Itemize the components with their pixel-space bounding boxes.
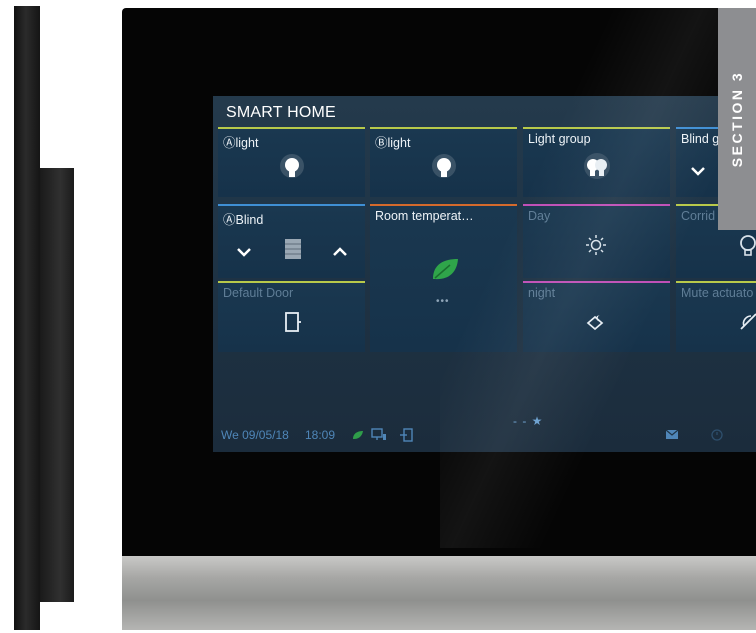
tile-accent-bar <box>218 204 365 206</box>
tile-day[interactable]: Day <box>523 204 670 278</box>
door-icon <box>285 312 301 332</box>
tile-a-blind[interactable]: ⒶBlind <box>218 204 365 278</box>
bulb-group-icon <box>584 153 610 179</box>
mute-icon <box>740 313 756 330</box>
logout-icon[interactable] <box>399 428 413 442</box>
page-indicator[interactable]: - - ★ <box>513 414 543 428</box>
chevron-down-icon[interactable] <box>690 165 706 177</box>
tile-accent-bar <box>523 127 670 129</box>
status-time: 18:09 <box>305 428 336 442</box>
device-side-profile <box>14 6 40 630</box>
tile-light-group[interactable]: Light group <box>523 127 670 197</box>
moon-icon <box>586 315 604 331</box>
tile-accent-bar <box>523 281 670 283</box>
section-tab-label: SECTION 3 <box>729 70 745 168</box>
tile-label: ⒶBlind <box>223 213 264 227</box>
status-date: We 09/05/18 <box>221 428 289 442</box>
mail-icon[interactable] <box>665 429 679 440</box>
tile-accent-bar <box>523 204 670 206</box>
tile-label: Default Door <box>223 286 294 300</box>
blind-icon <box>285 239 301 259</box>
tile-room-temperature[interactable]: Room temperat… ••• <box>370 204 517 352</box>
bulb-icon <box>280 154 304 178</box>
screen-title: SMART HOME <box>226 104 336 121</box>
network-icon <box>371 428 386 440</box>
tile-label: Ⓑlight <box>375 136 411 150</box>
tile-label: Mute actuato <box>681 286 754 300</box>
device-side-mount <box>40 168 74 602</box>
bulb-outline-icon <box>740 235 756 256</box>
tile-night[interactable]: night <box>523 281 670 352</box>
device-steel-trim <box>122 556 756 630</box>
chevron-down-icon[interactable] <box>236 246 252 258</box>
touch-screen: SMART HOME Ⓐlight Ⓑlight Light group Bli… <box>213 96 756 452</box>
tile-accent-bar <box>370 127 517 129</box>
clock-icon[interactable] <box>711 429 723 441</box>
tile-label: Room temperat… <box>375 209 474 223</box>
sun-icon <box>586 235 606 255</box>
tile-a-light[interactable]: Ⓐlight <box>218 127 365 197</box>
tile-label: Light group <box>528 132 591 146</box>
tile-label: Day <box>528 209 551 223</box>
tile-accent-bar <box>218 281 365 283</box>
tile-default-door[interactable]: Default Door <box>218 281 365 352</box>
chevron-up-icon[interactable] <box>332 246 348 258</box>
eco-icon <box>353 431 363 439</box>
tile-accent-bar <box>676 281 756 283</box>
tile-accent-bar <box>370 204 517 206</box>
tile-b-light[interactable]: Ⓑlight <box>370 127 517 197</box>
leaf-icon <box>433 259 458 280</box>
tile-label: Ⓐlight <box>223 136 259 150</box>
tile-label: night <box>528 286 556 300</box>
tile-label: Corrid <box>681 209 716 223</box>
tile-mute-actuator[interactable]: Mute actuato <box>676 281 756 352</box>
bulb-icon <box>432 154 456 178</box>
tile-label: Blind g <box>681 132 720 146</box>
tile-accent-bar <box>218 127 365 129</box>
section-tab: SECTION 3 <box>718 8 756 230</box>
more-dots-icon[interactable]: ••• <box>436 296 450 307</box>
